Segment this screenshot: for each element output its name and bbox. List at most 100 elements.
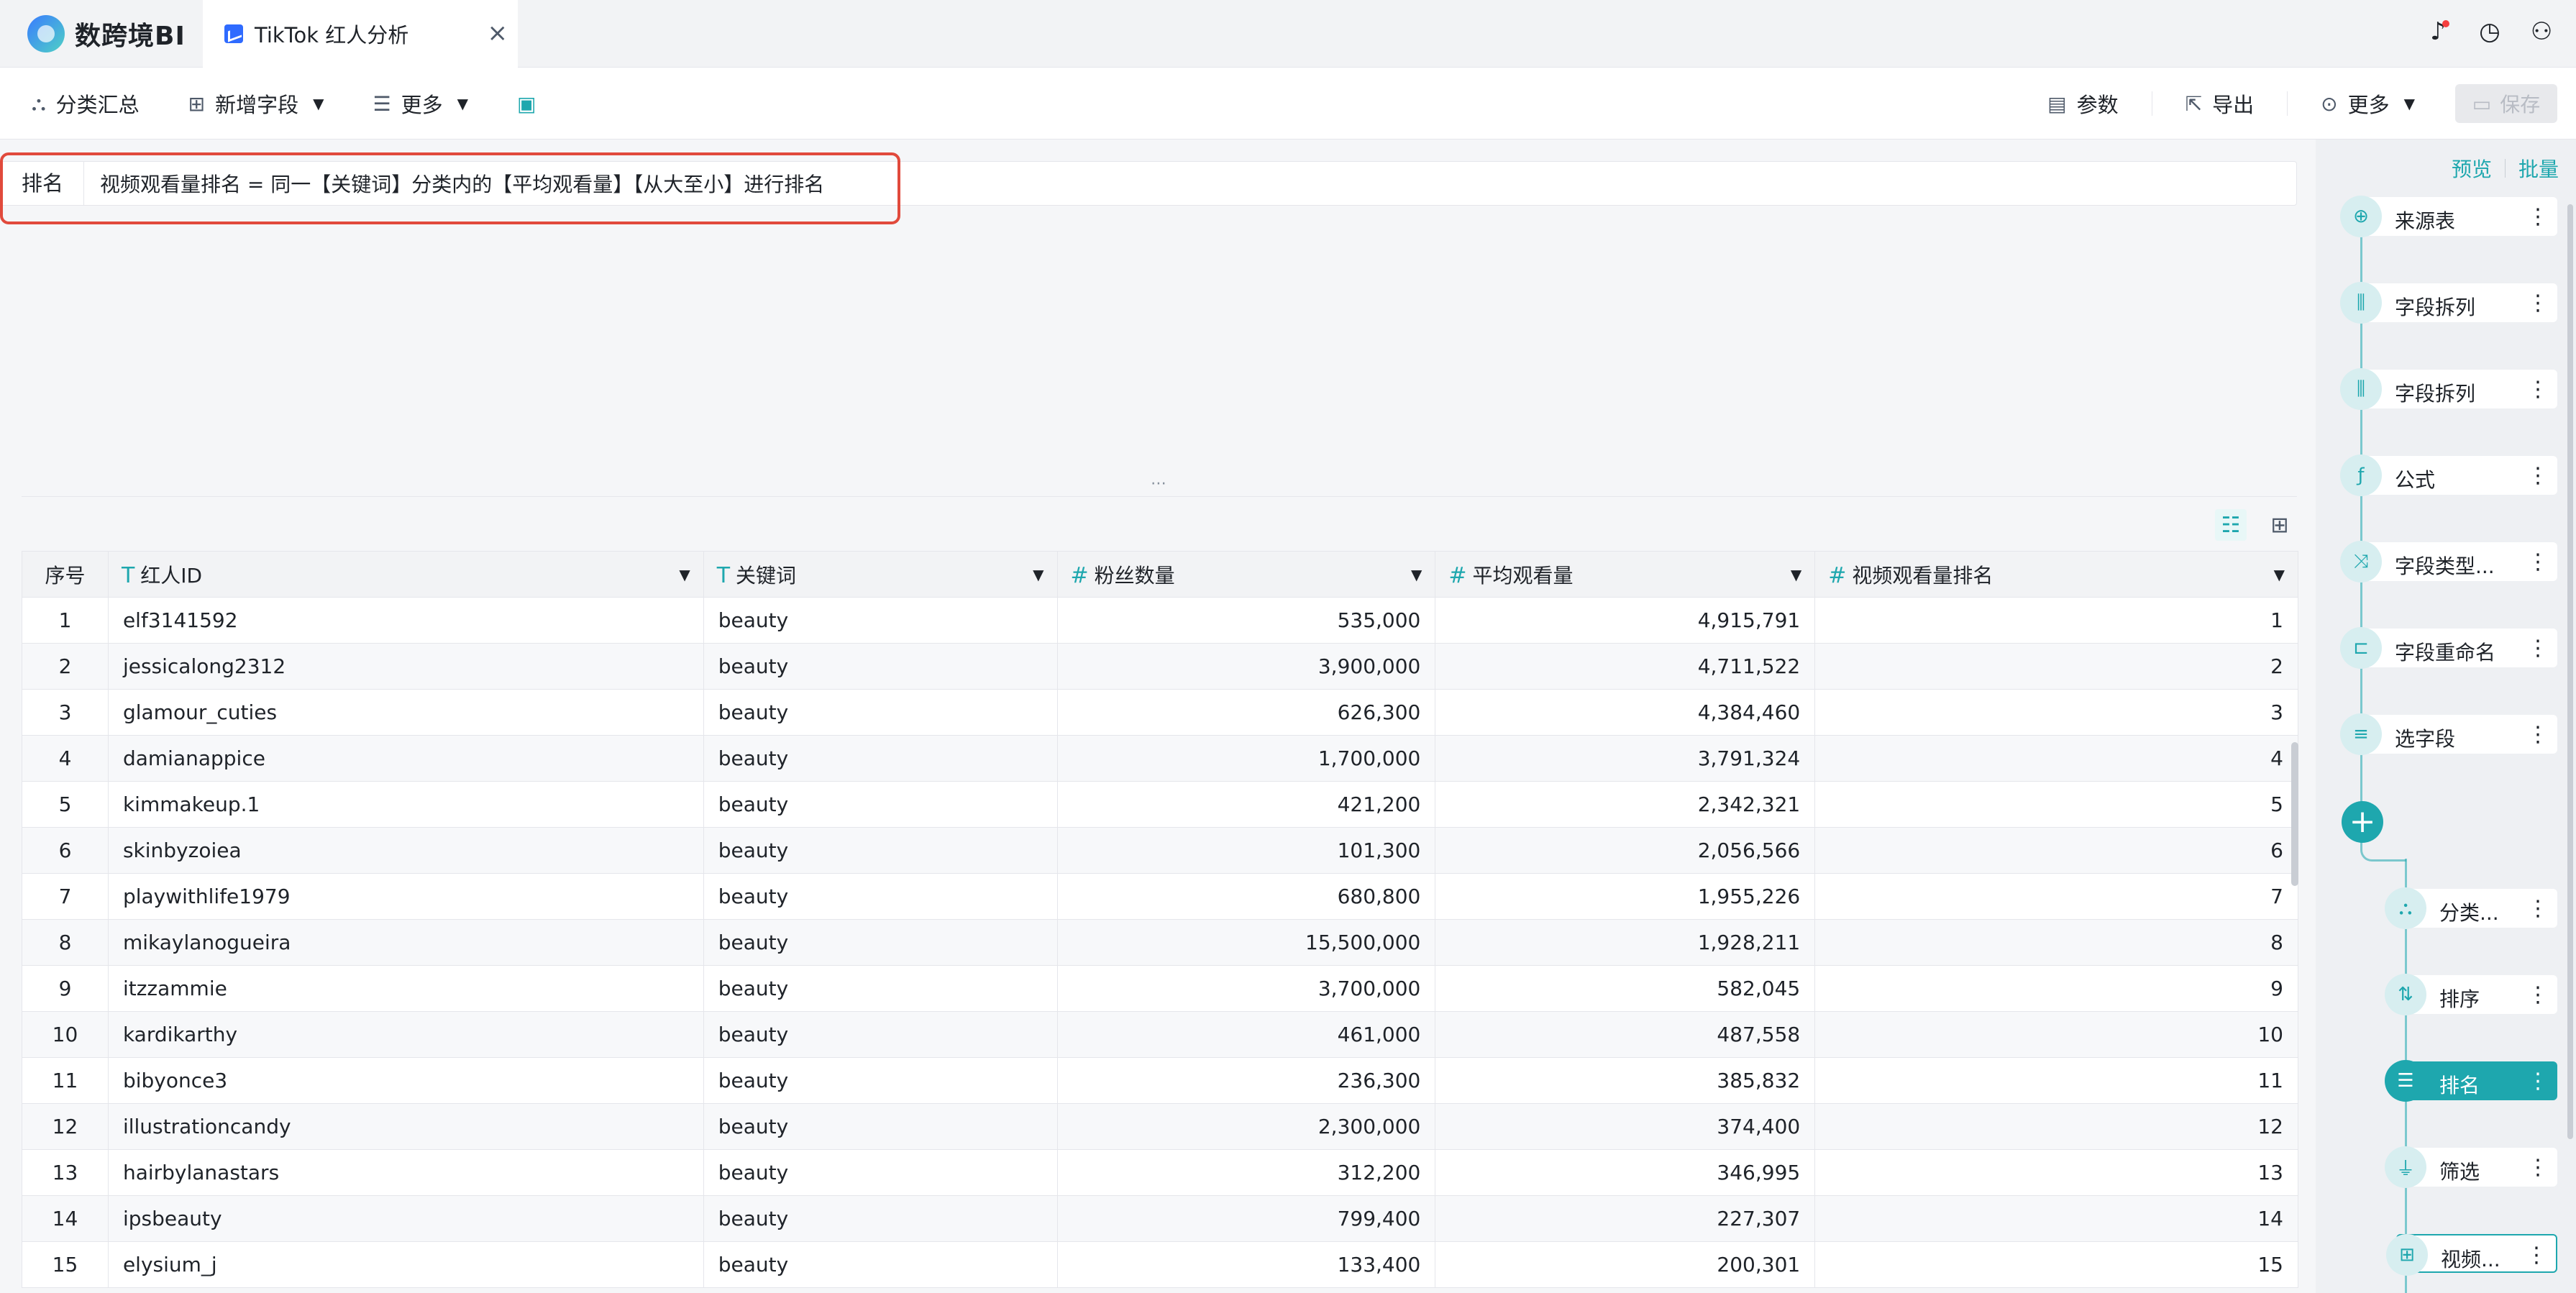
pipeline-step[interactable]: ⊞ 视频... ⋮	[2386, 1234, 2557, 1276]
table-row[interactable]: 9 itzzammie beauty 3,700,000 582,045 9	[22, 965, 2298, 1012]
column-header[interactable]: T 关键词 ▼	[703, 551, 1058, 598]
avg-views: 374,400	[1435, 1103, 1816, 1150]
tree-icon: ⛬	[2385, 887, 2426, 929]
pipeline-step[interactable]: ⊏ 字段重命名 ⋮	[2340, 627, 2557, 669]
table-row[interactable]: 11 bibyonce3 beauty 236,300 385,832 11	[22, 1057, 2298, 1104]
influencer-id: itzzammie	[107, 965, 704, 1012]
dropdown-icon[interactable]: ▼	[1411, 566, 1422, 583]
more-vertical-icon[interactable]: ⋮	[2527, 377, 2549, 402]
more-right-button[interactable]: ⊙ 更多 ▼	[2321, 88, 2415, 119]
preview-link[interactable]: 预览	[2452, 154, 2492, 183]
follower-count: 799,400	[1056, 1195, 1436, 1242]
close-icon[interactable]: ×	[488, 19, 508, 47]
row-index: 3	[22, 689, 109, 736]
panel-scrollbar[interactable]	[2567, 204, 2573, 1139]
pipeline-step[interactable]: ⫼ 字段拆列 ⋮	[2340, 282, 2557, 324]
view-rank: 13	[1814, 1149, 2298, 1196]
dropdown-icon[interactable]: ▼	[2274, 566, 2285, 583]
table-row[interactable]: 12 illustrationcandy beauty 2,300,000 374,40…	[22, 1103, 2298, 1150]
keyword: beauty	[703, 597, 1058, 644]
table-row[interactable]: 10 kardikarthy beauty 461,000 487,558 10	[22, 1011, 2298, 1058]
more-vertical-icon[interactable]: ⋮	[2526, 1243, 2547, 1268]
more-vertical-icon[interactable]: ⋮	[2527, 463, 2549, 488]
table-row[interactable]: 13 hairbylanastars beauty 312,200 346,995 13	[22, 1149, 2298, 1196]
influencer-id: ipsbeauty	[107, 1195, 704, 1242]
follower-count: 535,000	[1056, 597, 1436, 644]
pipeline-step[interactable]: ⫼ 字段拆列 ⋮	[2340, 368, 2557, 410]
table-row[interactable]: 14 ipsbeauty beauty 799,400 227,307 14	[22, 1195, 2298, 1242]
export-button[interactable]: ⇱ 导出	[2186, 88, 2254, 119]
export-icon: ⇱	[2185, 91, 2203, 116]
ai-button[interactable]: ▣	[517, 92, 536, 116]
pipeline-step[interactable]: ⛬ 分类... ⋮	[2385, 887, 2557, 929]
app-logo[interactable]: 数跨境BI	[27, 13, 186, 55]
bell-icon[interactable]: ♪	[2425, 17, 2451, 46]
row-index: 9	[22, 965, 109, 1012]
table-row[interactable]: 3 glamour_cuties beauty 626,300 4,384,460 3	[22, 689, 2298, 736]
more-vertical-icon[interactable]: ⋮	[2527, 1155, 2549, 1180]
pipeline-step[interactable]: ☰ 排名 ⋮	[2385, 1060, 2557, 1102]
keyword: beauty	[703, 781, 1058, 828]
chart-icon	[224, 24, 243, 43]
column-header[interactable]: T 红人ID ▼	[107, 551, 704, 598]
follower-count: 3,900,000	[1056, 643, 1436, 690]
pipeline-step[interactable]: ⏚ 筛选 ⋮	[2385, 1146, 2557, 1188]
column-label: 序号	[45, 563, 86, 588]
formula-icon: ƒ	[2340, 454, 2382, 496]
table-scrollbar[interactable]	[2291, 742, 2298, 886]
dropdown-icon[interactable]: ▼	[1033, 566, 1043, 583]
column-header[interactable]: # 粉丝数量 ▼	[1056, 551, 1436, 598]
row-index: 10	[22, 1011, 109, 1058]
table-row[interactable]: 6 skinbyzoiea beauty 101,300 2,056,566 6	[22, 827, 2298, 874]
table-view-icon[interactable]: ☷	[2215, 509, 2247, 541]
view-rank: 11	[1814, 1057, 2298, 1104]
add-field-button[interactable]: ⊞ 新增字段 ▼	[188, 88, 324, 119]
timer-icon[interactable]: ◷	[2477, 17, 2503, 46]
save-button[interactable]: ▭ 保存	[2455, 84, 2557, 123]
grid-view-icon[interactable]: ⊞	[2264, 509, 2296, 541]
avg-views: 346,995	[1435, 1149, 1816, 1196]
table-row[interactable]: 1 elf3141592 beauty 535,000 4,915,791 1	[22, 597, 2298, 644]
more-vertical-icon[interactable]: ⋮	[2527, 982, 2549, 1008]
table-row[interactable]: 7 playwithlife1979 beauty 680,800 1,955,226 7	[22, 873, 2298, 920]
more-vertical-icon[interactable]: ⋮	[2527, 204, 2549, 229]
more-left-button[interactable]: ☰ 更多 ▼	[373, 88, 469, 119]
row-index: 15	[22, 1241, 109, 1288]
more-vertical-icon[interactable]: ⋮	[2527, 549, 2549, 575]
more-vertical-icon[interactable]: ⋮	[2527, 1069, 2549, 1094]
step-label: 排序	[2439, 987, 2480, 1011]
table-row[interactable]: 2 jessicalong2312 beauty 3,900,000 4,711,522…	[22, 643, 2298, 690]
dropdown-icon[interactable]: ▼	[1791, 566, 1801, 583]
table-row[interactable]: 8 mikaylanogueira beauty 15,500,000 1,928,21…	[22, 919, 2298, 966]
table-row[interactable]: 15 elysium_j beauty 133,400 200,301 15	[22, 1241, 2298, 1288]
pipeline-step[interactable]: ≡ 选字段 ⋮	[2340, 713, 2557, 755]
table-row[interactable]: 5 kimmakeup.1 beauty 421,200 2,342,321 5	[22, 781, 2298, 828]
table-row[interactable]: 4 damianappice beauty 1,700,000 3,791,324 4	[22, 735, 2298, 782]
resize-handle[interactable]: ⋯	[1151, 475, 1166, 493]
more-vertical-icon[interactable]: ⋮	[2527, 896, 2549, 921]
list-icon: ☰	[373, 91, 391, 116]
step-label: 视频...	[2441, 1248, 2500, 1271]
more-vertical-icon[interactable]: ⋮	[2527, 722, 2549, 747]
pipeline-step[interactable]: ⇅ 排序 ⋮	[2385, 974, 2557, 1015]
column-header[interactable]: # 视频观看量排名 ▼	[1814, 551, 2298, 598]
dropdown-icon[interactable]: ▼	[679, 566, 690, 583]
influencer-id: jessicalong2312	[107, 643, 704, 690]
column-label: 关键词	[736, 563, 797, 588]
tab-tiktok-analysis[interactable]: TikTok 红人分析 ×	[203, 0, 518, 68]
add-step-button[interactable]: +	[2342, 801, 2383, 843]
pipeline-step[interactable]: ƒ 公式 ⋮	[2340, 454, 2557, 496]
avg-views: 3,791,324	[1435, 735, 1816, 782]
more-vertical-icon[interactable]: ⋮	[2527, 636, 2549, 661]
more-vertical-icon[interactable]: ⋮	[2527, 291, 2549, 316]
params-label: 参数	[2076, 93, 2119, 117]
batch-link[interactable]: 批量	[2518, 154, 2559, 183]
user-icon[interactable]: ⚇	[2529, 17, 2554, 46]
export-label: 导出	[2212, 93, 2255, 117]
source-icon: ⊕	[2340, 196, 2382, 237]
pipeline-step[interactable]: ⊕ 来源表 ⋮	[2340, 196, 2557, 237]
pipeline-step[interactable]: ⤨ 字段类型... ⋮	[2340, 541, 2557, 582]
group-summary-button[interactable]: ⛬ 分类汇总	[32, 88, 140, 119]
params-button[interactable]: ▤ 参数	[2047, 88, 2118, 119]
column-header[interactable]: # 平均观看量 ▼	[1435, 551, 1816, 598]
